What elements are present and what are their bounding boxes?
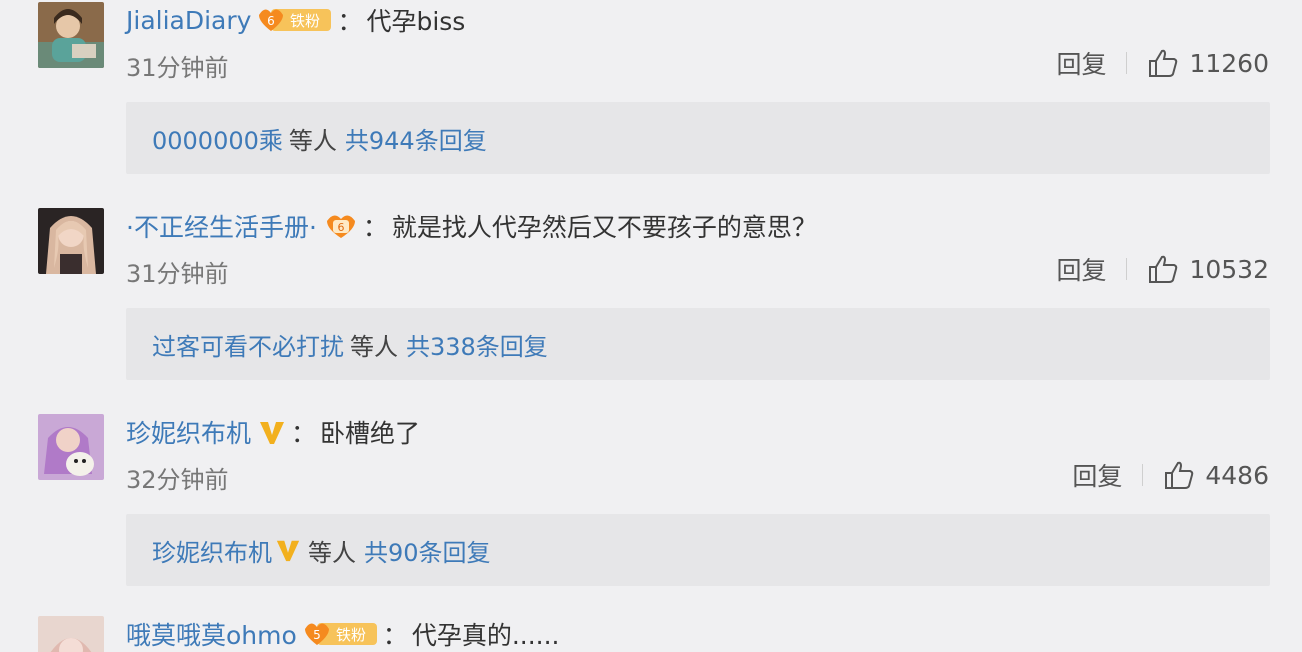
username-link[interactable]: 哦莫哦莫ohmo	[126, 616, 297, 652]
username-link[interactable]: JialiaDiary	[126, 6, 251, 35]
verified-icon	[274, 537, 302, 563]
thumbs-up-icon[interactable]	[1147, 47, 1179, 79]
fan-badge[interactable]: 5 铁粉	[303, 619, 379, 649]
reply-button[interactable]: 回复	[1056, 45, 1106, 81]
badge-level: 5	[313, 628, 321, 642]
comment-actions: 回复 11260	[1056, 45, 1269, 81]
reply-total-link[interactable]: 共338条回复	[406, 327, 548, 362]
reply-username[interactable]: 珍妮织布机	[152, 533, 272, 568]
fan-badge[interactable]: 6 铁粉	[257, 5, 333, 35]
fan-badge[interactable]: 6	[323, 211, 359, 241]
divider	[1126, 52, 1128, 74]
comment-actions: 回复 4486	[1072, 457, 1269, 493]
reply-total-link[interactable]: 共944条回复	[345, 121, 487, 156]
thumbs-up-icon[interactable]	[1163, 459, 1195, 491]
like-count: 4486	[1205, 460, 1269, 490]
comment-header: 珍妮织布机 ： 卧槽绝了	[126, 414, 420, 450]
comment-header: 哦莫哦莫ohmo 5 铁粉 ： 代孕真的......	[126, 616, 560, 652]
divider	[1142, 464, 1144, 486]
reply-username[interactable]: 过客可看不必打扰	[152, 327, 344, 362]
avatar[interactable]	[38, 616, 104, 652]
reply-summary[interactable]: 过客可看不必打扰 等人 共338条回复	[126, 308, 1270, 380]
colon: ：	[362, 213, 388, 242]
thumbs-up-icon[interactable]	[1147, 253, 1179, 285]
reply-etc-label: 等人	[350, 332, 398, 361]
reply-etc-label: 等人	[308, 538, 356, 567]
comment-header: ·不正经生活手册· 6 ： 就是找人代孕然后又不要孩子的意思？	[126, 208, 817, 244]
timestamp: 32分钟前	[126, 466, 229, 494]
colon: ：	[337, 7, 363, 36]
colon: ：	[291, 419, 317, 448]
verified-icon	[257, 417, 287, 447]
badge-level: 6	[268, 14, 276, 28]
username-link[interactable]: 珍妮织布机	[126, 414, 251, 450]
like-count: 10532	[1189, 254, 1269, 284]
comment-header: JialiaDiary 6 铁粉 ： 代孕biss	[126, 2, 465, 38]
badge-level: 6	[337, 221, 344, 234]
badge-label: 铁粉	[290, 12, 320, 30]
comment-text: 就是找人代孕然后又不要孩子的意思？	[391, 213, 817, 242]
avatar[interactable]	[38, 2, 104, 68]
reply-total-link[interactable]: 共90条回复	[364, 533, 491, 568]
avatar[interactable]	[38, 208, 104, 274]
timestamp: 31分钟前	[126, 260, 229, 288]
avatar[interactable]	[38, 414, 104, 480]
comment-text: 代孕真的......	[411, 621, 560, 650]
reply-summary[interactable]: 珍妮织布机 等人 共90条回复	[126, 514, 1270, 586]
username-link[interactable]: ·不正经生活手册·	[126, 208, 317, 244]
comment-text: 代孕biss	[366, 7, 466, 36]
timestamp: 31分钟前	[126, 54, 229, 82]
colon: ：	[382, 621, 408, 650]
reply-button[interactable]: 回复	[1056, 251, 1106, 287]
divider	[1126, 258, 1128, 280]
like-count: 11260	[1189, 48, 1269, 78]
comment-list: JialiaDiary 6 铁粉 ： 代孕biss 31分钟前 回复 11260…	[0, 0, 1302, 652]
reply-etc-label: 等人	[288, 126, 337, 155]
comment-actions: 回复 10532	[1056, 251, 1269, 287]
reply-username[interactable]: 0000000乘	[152, 121, 283, 156]
reply-summary[interactable]: 0000000乘 等人 共944条回复	[126, 102, 1270, 174]
comment-text: 卧槽绝了	[320, 419, 421, 448]
reply-button[interactable]: 回复	[1072, 457, 1122, 493]
badge-label: 铁粉	[336, 626, 366, 644]
